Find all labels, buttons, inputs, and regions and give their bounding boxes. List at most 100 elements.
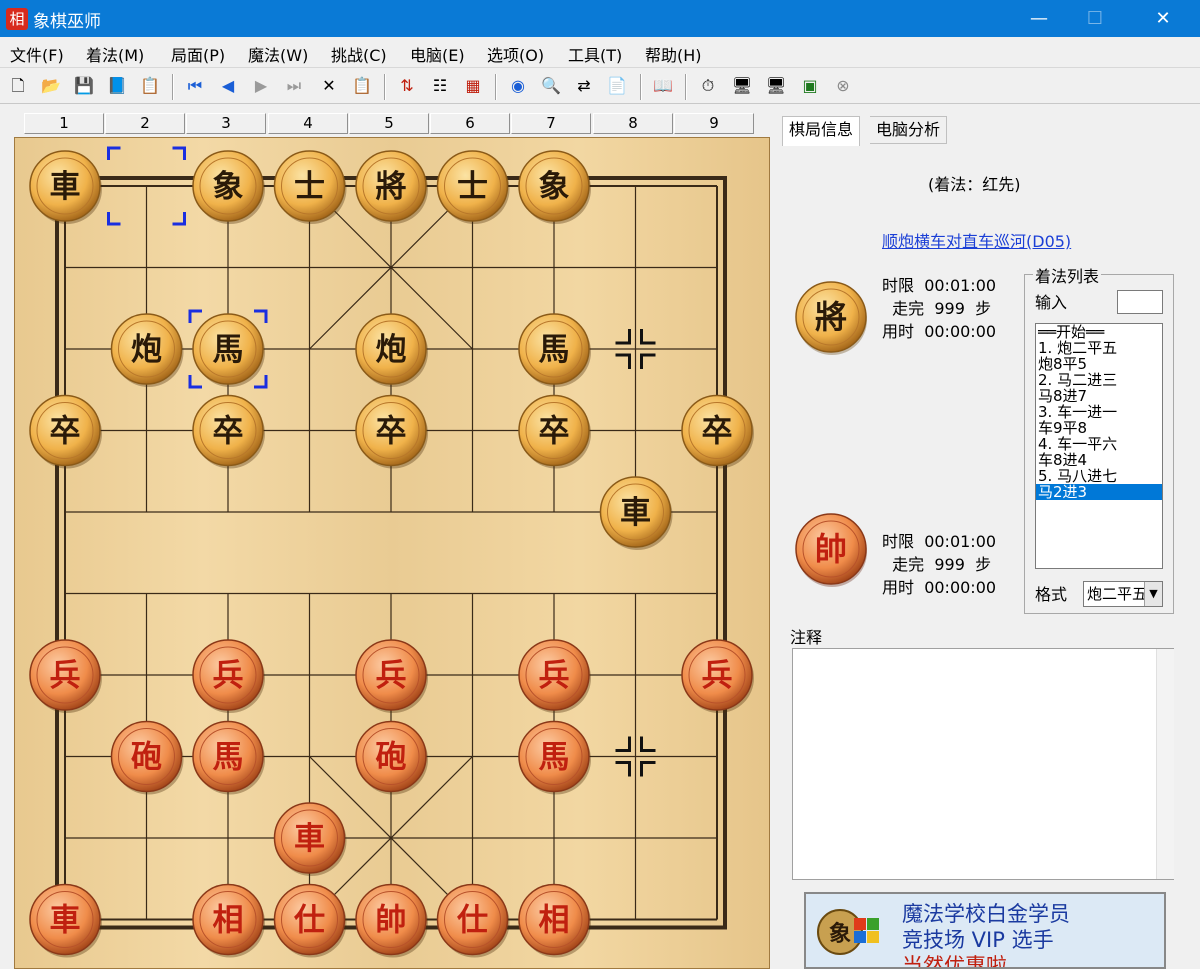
- move-list-item[interactable]: ══开始══: [1036, 324, 1162, 340]
- menu-file[interactable]: 文件(F): [10, 42, 64, 66]
- red-piece[interactable]: 車: [273, 802, 347, 876]
- red-moves-value: 999: [934, 555, 965, 574]
- note-scrollbar[interactable]: [1156, 649, 1174, 879]
- note-textarea[interactable]: [792, 648, 1174, 880]
- menu-challenge[interactable]: 挑战(C): [331, 42, 387, 66]
- black-piece[interactable]: 馬: [518, 313, 591, 387]
- menu-computer[interactable]: 电脑(E): [410, 42, 465, 66]
- move-list-item[interactable]: 炮8平5: [1036, 356, 1162, 372]
- black-piece[interactable]: 車: [599, 476, 673, 550]
- move-list-group: 着法列表 输入 ══开始══ 1. 炮二平五 炮8平5 2. 马二进三 马8进7…: [1024, 263, 1174, 614]
- move-list-item[interactable]: 车8进4: [1036, 452, 1162, 468]
- black-piece[interactable]: 將: [355, 150, 428, 224]
- clock-icon[interactable]: ⏱: [697, 75, 719, 97]
- close-button[interactable]: ✕: [1140, 0, 1186, 37]
- properties-icon[interactable]: 📋: [139, 75, 161, 97]
- format-select[interactable]: 炮二平五 ▼: [1083, 581, 1163, 607]
- tab-computer-analysis[interactable]: 电脑分析: [870, 116, 948, 144]
- minimize-button[interactable]: —: [1016, 0, 1062, 37]
- red-piece[interactable]: 兵: [681, 639, 754, 713]
- move-list[interactable]: ══开始══ 1. 炮二平五 炮8平5 2. 马二进三 马8进7 3. 车一进一…: [1035, 323, 1163, 569]
- red-piece[interactable]: 馬: [518, 720, 591, 795]
- black-piece[interactable]: 士: [273, 150, 347, 224]
- black-piece[interactable]: 象: [518, 150, 591, 224]
- black-piece[interactable]: 卒: [192, 394, 265, 469]
- move-list-item[interactable]: 5. 马八进七: [1036, 468, 1162, 484]
- red-piece[interactable]: 相: [518, 883, 591, 958]
- clipboard-icon[interactable]: 📄: [606, 75, 628, 97]
- menu-options[interactable]: 选项(O): [487, 42, 544, 66]
- opening-book-icon[interactable]: 📖: [652, 75, 674, 97]
- move-input-field[interactable]: [1117, 290, 1163, 314]
- last-move-icon[interactable]: ⏭: [283, 75, 305, 97]
- chess-board[interactable]: 車象士將士象炮馬炮馬卒卒卒卒卒車兵兵兵兵兵砲馬砲馬車車相仕帥仕相: [14, 137, 770, 969]
- new-file-icon[interactable]: 🗋: [7, 75, 29, 97]
- save-icon[interactable]: 💾: [73, 75, 95, 97]
- move-list-item[interactable]: 3. 车一进一: [1036, 404, 1162, 420]
- red-piece[interactable]: 兵: [355, 639, 428, 713]
- red-piece[interactable]: 車: [29, 883, 102, 958]
- red-piece[interactable]: 砲: [355, 720, 428, 795]
- black-piece[interactable]: 士: [436, 150, 510, 224]
- red-piece[interactable]: 兵: [192, 639, 265, 713]
- maximize-button[interactable]: ☐: [1072, 0, 1118, 37]
- red-piece[interactable]: 仕: [273, 883, 347, 958]
- black-piece[interactable]: 卒: [518, 394, 591, 469]
- black-piece[interactable]: 卒: [29, 394, 102, 469]
- red-piece[interactable]: 仕: [436, 883, 510, 958]
- red-piece[interactable]: 馬: [192, 720, 265, 795]
- menu-position[interactable]: 局面(P): [171, 42, 225, 66]
- export-icon[interactable]: ⇄: [573, 75, 595, 97]
- delete-icon[interactable]: ✕: [318, 75, 340, 97]
- menu-tools[interactable]: 工具(T): [568, 42, 622, 66]
- stop-icon[interactable]: ⊗: [832, 75, 854, 97]
- red-piece[interactable]: 兵: [29, 639, 102, 713]
- black-piece[interactable]: 卒: [355, 394, 428, 469]
- menu-help[interactable]: 帮助(H): [645, 42, 702, 66]
- red-piece[interactable]: 相: [192, 883, 265, 958]
- black-piece[interactable]: 象: [192, 150, 265, 224]
- move-list-item[interactable]: 车9平8: [1036, 420, 1162, 436]
- board-canvas[interactable]: 車象士將士象炮馬炮馬卒卒卒卒卒車兵兵兵兵兵砲馬砲馬車車相仕帥仕相: [15, 138, 771, 969]
- column-number: 8: [593, 113, 673, 134]
- paste-icon[interactable]: 📋: [351, 75, 373, 97]
- black-piece[interactable]: 馬: [192, 313, 265, 387]
- tab-game-info[interactable]: 棋局信息: [782, 116, 861, 146]
- computer2-icon[interactable]: 🖥: [765, 75, 787, 97]
- piece-char: 馬: [213, 740, 244, 776]
- move-list-item[interactable]: 2. 马二进三: [1036, 372, 1162, 388]
- move-list-item[interactable]: 马8进7: [1036, 388, 1162, 404]
- move-list-item[interactable]: 4. 车一平六: [1036, 436, 1162, 452]
- menu-magic[interactable]: 魔法(W): [248, 42, 308, 66]
- red-piece[interactable]: 帥: [355, 883, 428, 958]
- piece-char: 卒: [702, 414, 733, 450]
- computer-icon[interactable]: 🖥: [731, 75, 753, 97]
- first-move-icon[interactable]: ⏮: [184, 75, 206, 97]
- flip-board-icon[interactable]: ⇅: [396, 75, 418, 97]
- move-list-item[interactable]: 1. 炮二平五: [1036, 340, 1162, 356]
- tree-icon[interactable]: ☷: [429, 75, 451, 97]
- move-list-item-selected[interactable]: 马2进3: [1036, 484, 1162, 500]
- red-piece[interactable]: 砲: [110, 720, 184, 795]
- book-icon[interactable]: 📘: [106, 75, 128, 97]
- black-piece[interactable]: 卒: [681, 394, 754, 469]
- color-wheel-icon[interactable]: ◉: [507, 75, 529, 97]
- piece-char: 馬: [539, 740, 570, 776]
- piece-char: 卒: [213, 414, 244, 450]
- prev-move-icon[interactable]: ◀: [217, 75, 239, 97]
- monitor-icon[interactable]: ▣: [799, 75, 821, 97]
- search-position-icon[interactable]: 🔍: [540, 75, 562, 97]
- opening-link[interactable]: 顺炮横车对直车巡河(D05): [882, 228, 1071, 252]
- calculator-icon[interactable]: ▦: [462, 75, 484, 97]
- black-piece[interactable]: 炮: [110, 313, 184, 387]
- black-piece[interactable]: 車: [29, 150, 102, 224]
- next-move-icon[interactable]: ▶: [250, 75, 272, 97]
- column-number: 9: [674, 113, 754, 134]
- red-piece[interactable]: 兵: [518, 639, 591, 713]
- ad-banner[interactable]: 象 魔法学校白金学员 竞技场 VIP 选手 当然优惠啦: [804, 892, 1166, 969]
- chevron-down-icon[interactable]: ▼: [1144, 582, 1162, 606]
- black-piece[interactable]: 炮: [355, 313, 428, 387]
- open-folder-icon[interactable]: 📂: [40, 75, 62, 97]
- last-move-marker: [172, 146, 186, 160]
- menu-moves[interactable]: 着法(M): [86, 42, 144, 66]
